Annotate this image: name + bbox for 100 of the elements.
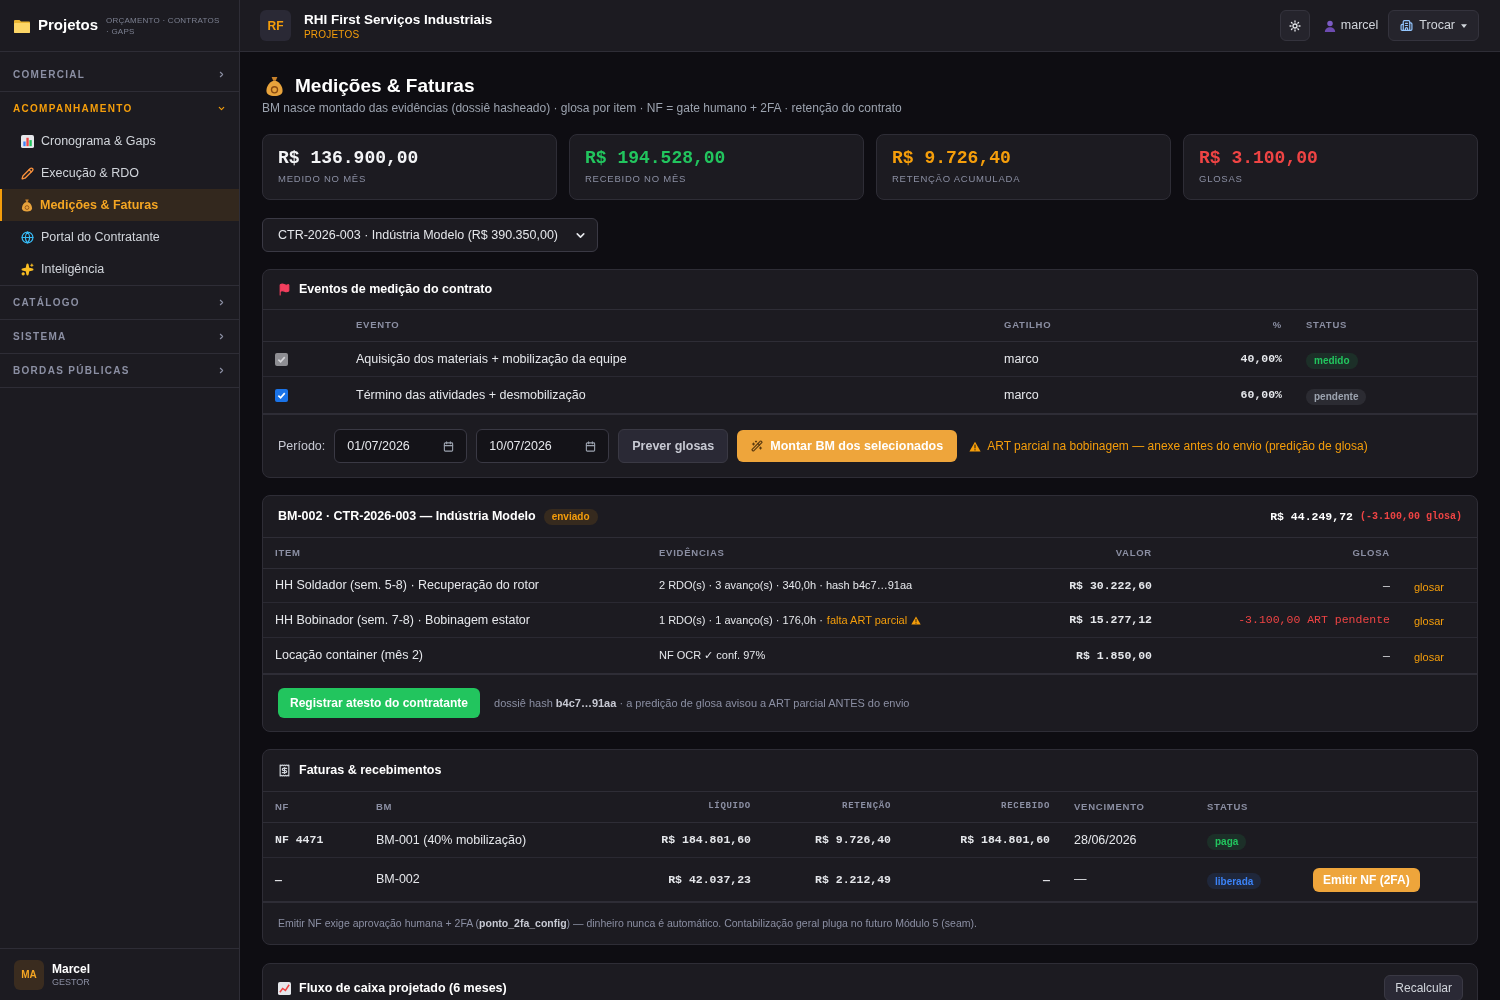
app-tagline: ORÇAMENTO · CONTRATOS · GAPS bbox=[106, 14, 221, 37]
checkbox[interactable] bbox=[275, 388, 288, 402]
trigger-text: marco bbox=[1003, 350, 1040, 368]
item-name: HH Bobinador (sem. 7-8) · Bobinagem estator bbox=[274, 611, 531, 629]
preview-button[interactable]: Prever glosas bbox=[618, 429, 729, 463]
item-name: HH Soldador (sem. 5-8) · Recuperação do rotor bbox=[274, 577, 540, 595]
column-header: LÍQUIDO bbox=[707, 800, 752, 814]
theme-toggle-button[interactable] bbox=[1279, 10, 1310, 41]
evidence-warning: falta ART parcial bbox=[826, 612, 908, 628]
receipt-icon bbox=[278, 764, 291, 777]
warning-message: ART parcial na bobinagem — anexe antes do envio (predição de glosa) bbox=[987, 438, 1368, 455]
contract-select[interactable]: CTR-2026-003 · Indústria Modelo (R$ 390.350,00) bbox=[262, 218, 598, 252]
column-header: RECEBIDO bbox=[1000, 800, 1051, 814]
date-field[interactable]: 10/07/2026 bbox=[476, 429, 610, 463]
nav-section-toggle[interactable]: BORDAS PÚBLICAS bbox=[0, 354, 239, 387]
flag-icon bbox=[278, 283, 291, 296]
item-name: Locação container (mês 2) bbox=[274, 647, 424, 665]
building-icon bbox=[1400, 19, 1414, 32]
company-logo: RF bbox=[260, 10, 291, 41]
bm-total: R$ 44.249,72 bbox=[1270, 508, 1353, 525]
event-name: Término das atividades + desmobilização bbox=[355, 386, 587, 404]
card-title: Fluxo de caixa projetado (6 meses) bbox=[299, 979, 507, 997]
bm-glosa-total: (-3.100,00 glosa) bbox=[1359, 510, 1462, 524]
trigger-text: marco bbox=[1003, 386, 1040, 404]
money-bag-icon bbox=[21, 198, 33, 212]
column-header: VENCIMENTO bbox=[1073, 799, 1146, 814]
bm-reference: BM-002 bbox=[375, 871, 421, 889]
kpi-value: R$ 3.100,00 bbox=[1199, 147, 1319, 170]
warning-icon bbox=[969, 440, 982, 452]
nav-item[interactable]: Inteligência bbox=[0, 253, 239, 285]
column-header: NF bbox=[274, 799, 291, 814]
invoice-number: NF 4471 bbox=[274, 832, 325, 849]
kpi-value: R$ 194.528,00 bbox=[585, 147, 727, 170]
app-title: Projetos bbox=[38, 15, 98, 36]
status-badge: pendente bbox=[1306, 388, 1367, 405]
sun-icon bbox=[1288, 19, 1301, 32]
amount-value: R$ 30.222,60 bbox=[1068, 577, 1153, 594]
retention-amount: R$ 9.726,40 bbox=[814, 832, 892, 849]
evidence-text: 2 RDO(s) · 3 avanço(s) · 340,0h · hash b4c7…91aa bbox=[659, 578, 913, 594]
bm-reference: BM-001 (40% mobilização) bbox=[375, 831, 528, 849]
glosar-link[interactable]: glosar bbox=[1414, 650, 1444, 663]
nav-section-toggle[interactable]: COMERCIAL bbox=[0, 58, 239, 91]
amount-value: R$ 1.850,00 bbox=[1075, 647, 1153, 664]
invoice-note: Emitir NF exige aprovação humana + 2FA (ponto_2fa_config) — dinheiro nunca é automático. Contabilização geral pluga no futuro Módulo 5 (seam). bbox=[278, 915, 977, 931]
chevron-down-icon bbox=[217, 104, 226, 113]
page-title: Medições & Faturas bbox=[295, 74, 475, 98]
column-header: VALOR bbox=[1114, 545, 1153, 560]
column-header: RETENÇÃO bbox=[841, 800, 892, 814]
evidence-text: 1 RDO(s) · 1 avanço(s) · 176,0h · bbox=[659, 612, 823, 628]
dossier-note: dossiê hash b4c7…91aa · a predição de glosa avisou a ART parcial ANTES do envio bbox=[494, 695, 910, 711]
due-date: 28/06/2026 bbox=[1073, 831, 1138, 849]
glosar-link[interactable]: glosar bbox=[1414, 615, 1444, 627]
retention-amount: R$ 2.212,49 bbox=[814, 871, 892, 888]
column-header: GATILHO bbox=[1003, 318, 1053, 333]
chevron-right-icon bbox=[217, 70, 226, 79]
kpi-value: R$ 9.726,40 bbox=[892, 147, 1012, 170]
status-badge: liberada bbox=[1207, 873, 1262, 889]
nav-item[interactable]: Execução & RDO bbox=[0, 157, 239, 189]
calendar-icon bbox=[443, 440, 455, 452]
column-header: EVIDÊNCIAS bbox=[658, 545, 726, 560]
line-chart-icon bbox=[278, 981, 291, 995]
caret-down-icon bbox=[1461, 23, 1467, 28]
user-avatar: MA bbox=[14, 959, 44, 990]
user-role: GESTOR bbox=[52, 975, 91, 988]
warning-icon bbox=[911, 615, 922, 625]
nav-item[interactable]: Medições & Faturas bbox=[0, 189, 239, 221]
chevron-right-icon bbox=[217, 332, 226, 341]
card-title: Faturas & recebimentos bbox=[299, 762, 442, 780]
invoice-number: — bbox=[274, 871, 283, 888]
nav-item[interactable]: Portal do Contratante bbox=[0, 221, 239, 253]
column-header: ITEM bbox=[274, 545, 302, 560]
bar-chart-icon bbox=[21, 134, 34, 148]
status-badge: enviado bbox=[543, 508, 598, 525]
event-name: Aquisição dos materiais + mobilização da equipe bbox=[355, 350, 628, 368]
card-title: Eventos de medição do contrato bbox=[299, 281, 493, 299]
calendar-icon bbox=[585, 440, 597, 452]
glosar-link[interactable]: glosar bbox=[1414, 580, 1444, 593]
kpi-label: RETENÇÃO ACUMULADA bbox=[892, 172, 1022, 187]
net-amount: R$ 42.037,23 bbox=[667, 871, 752, 888]
chevron-right-icon bbox=[217, 298, 226, 307]
switch-company-button[interactable]: Trocar bbox=[1388, 10, 1479, 41]
current-user: marcel bbox=[1340, 17, 1379, 35]
nav-section-toggle[interactable]: ACOMPANHAMENTO bbox=[0, 92, 239, 125]
money-bag-icon bbox=[265, 75, 284, 97]
nav-section-toggle[interactable]: SISTEMA bbox=[0, 320, 239, 353]
globe-icon bbox=[21, 230, 34, 244]
received-amount: R$ 184.801,60 bbox=[959, 832, 1051, 849]
column-header: % bbox=[1271, 318, 1283, 333]
nav-item[interactable]: Cronograma & Gaps bbox=[0, 125, 239, 157]
date-field[interactable]: 01/07/2026 bbox=[334, 429, 468, 463]
glosa-value: -3.100,00 ART pendente bbox=[1237, 612, 1391, 629]
user-icon bbox=[1323, 19, 1336, 32]
percent-value: 40,00% bbox=[1239, 351, 1283, 368]
kpi-value: R$ 136.900,00 bbox=[278, 147, 420, 170]
recalculate-button[interactable]: Recalcular bbox=[1384, 975, 1463, 1000]
column-header: STATUS bbox=[1206, 799, 1250, 814]
nav-section-toggle[interactable]: CATÁLOGO bbox=[0, 286, 239, 319]
status-badge: paga bbox=[1207, 833, 1247, 850]
glosa-value: — bbox=[1382, 647, 1391, 664]
pencil-icon bbox=[21, 166, 34, 180]
